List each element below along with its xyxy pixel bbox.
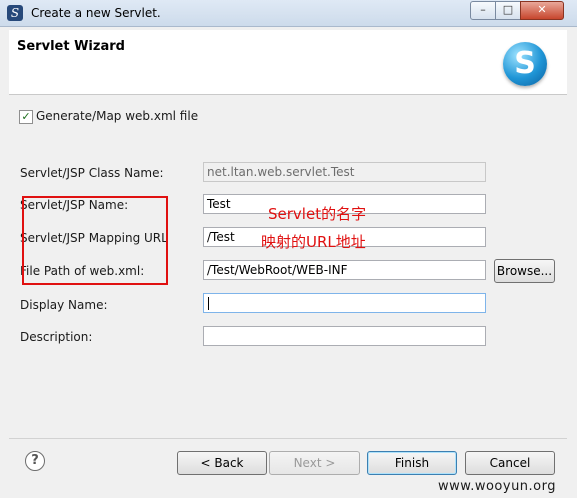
maximize-button[interactable]: □ <box>495 1 521 20</box>
annotation-highlight-box <box>22 196 168 285</box>
display-name-field[interactable] <box>203 293 486 313</box>
wizard-logo-icon: S <box>503 42 547 86</box>
browse-button[interactable]: Browse... <box>494 259 555 283</box>
help-icon[interactable]: ? <box>25 451 45 471</box>
display-name-label: Display Name: <box>20 298 108 312</box>
wizard-title: Servlet Wizard <box>17 39 125 54</box>
generate-web-xml-checkbox[interactable]: ✓ <box>19 110 33 124</box>
minimize-button[interactable]: – <box>470 1 496 20</box>
file-path-field[interactable]: /Test/WebRoot/WEB-INF <box>203 260 486 280</box>
next-button[interactable]: Next > <box>269 451 360 475</box>
window-title: Create a new Servlet. <box>31 6 161 20</box>
title-bar: S Create a new Servlet. – □ ✕ <box>0 0 577 27</box>
annotation-servlet-name: Servlet的名字 <box>268 205 367 223</box>
description-field[interactable] <box>203 326 486 346</box>
footer-divider <box>9 438 567 439</box>
description-label: Description: <box>20 330 93 344</box>
class-name-field: net.ltan.web.servlet.Test <box>203 162 486 182</box>
finish-button[interactable]: Finish <box>367 451 457 475</box>
wizard-header: Servlet Wizard S <box>9 30 567 95</box>
cancel-button[interactable]: Cancel <box>465 451 555 475</box>
annotation-url-mapping: 映射的URL地址 <box>261 233 366 251</box>
wizard-window: S Create a new Servlet. – □ ✕ Servlet Wi… <box>0 0 577 498</box>
text-caret <box>208 297 209 310</box>
watermark: www.wooyun.org <box>438 479 557 494</box>
class-name-label: Servlet/JSP Class Name: <box>20 166 164 180</box>
app-icon: S <box>7 5 23 21</box>
generate-web-xml-label: Generate/Map web.xml file <box>36 109 199 123</box>
close-button[interactable]: ✕ <box>520 1 564 20</box>
back-button[interactable]: < Back <box>177 451 267 475</box>
